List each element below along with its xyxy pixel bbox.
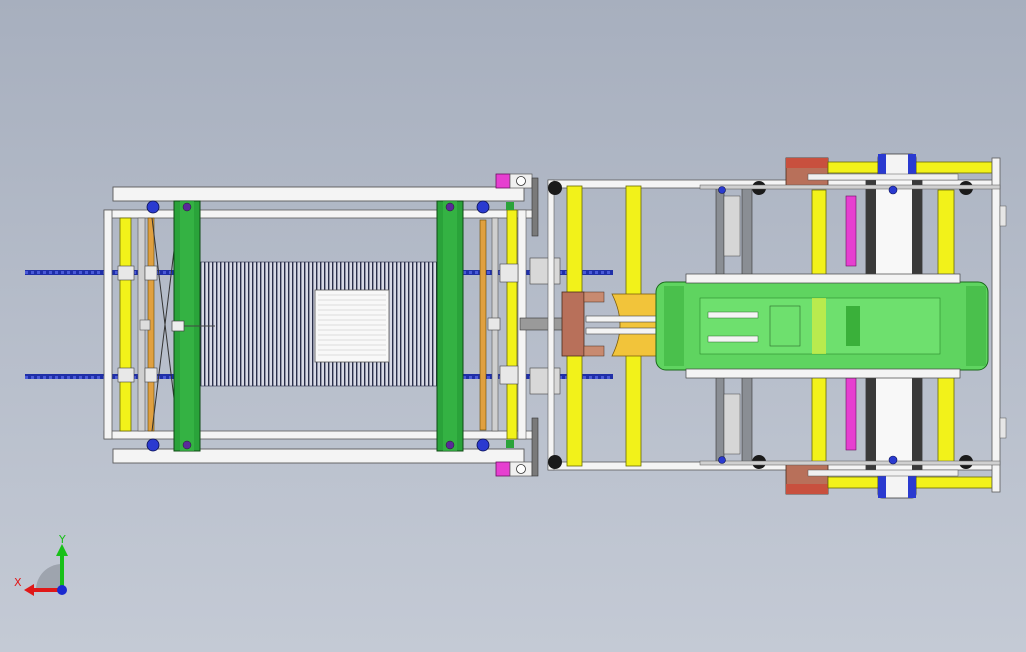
coordinate-triad-icon: Y X — [14, 533, 68, 596]
cad-assembly-viewport[interactable]: Y X — [0, 0, 1026, 652]
left-module — [25, 173, 613, 477]
inner-frame-left — [103, 209, 113, 440]
yellow-rail-left-1 — [119, 217, 132, 432]
axis-label-y: Y — [58, 533, 66, 546]
inner-rail-top — [103, 209, 535, 219]
orange-coupler — [611, 293, 659, 357]
center-plate — [314, 289, 390, 363]
magenta-bracket-bottom — [495, 461, 511, 477]
axis-label-x: X — [14, 576, 22, 589]
magenta-bracket-top — [495, 173, 511, 189]
yellow-rail-left-3 — [506, 209, 518, 440]
right-module — [655, 153, 1007, 499]
outer-rail-top — [112, 186, 525, 202]
inner-rail-bottom — [103, 430, 535, 440]
brown-block — [561, 291, 585, 357]
